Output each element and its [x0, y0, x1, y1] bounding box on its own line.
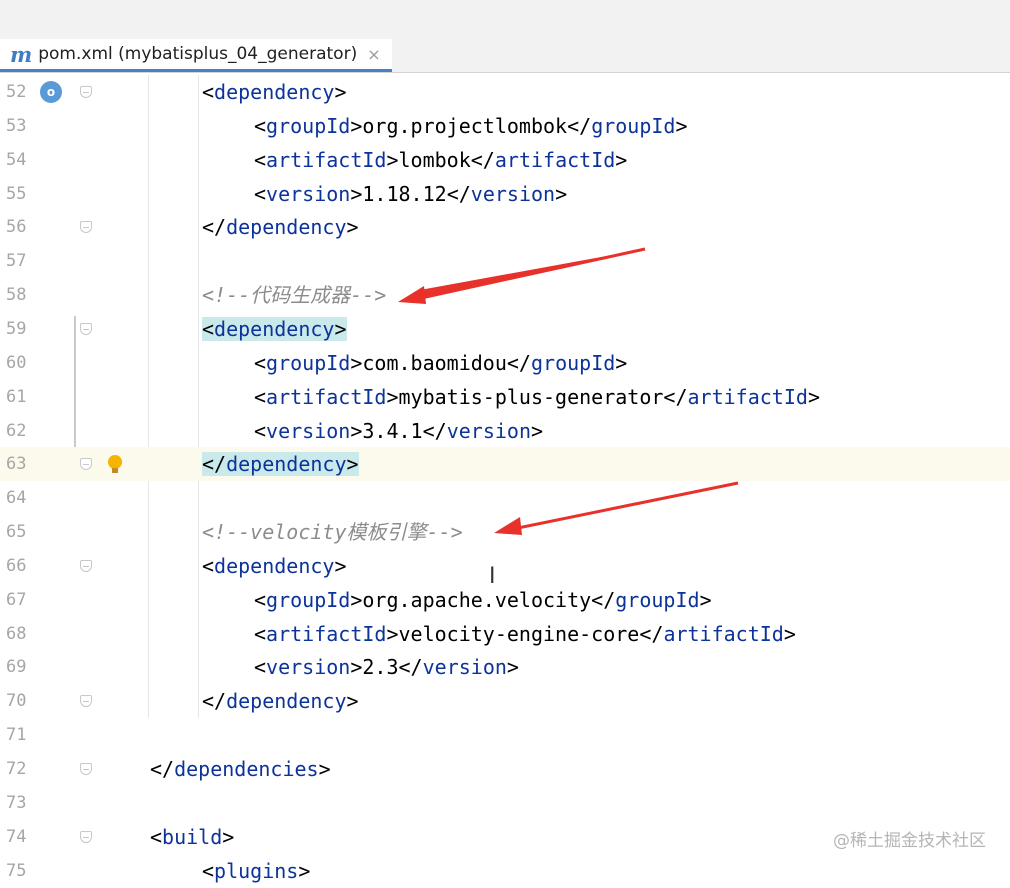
- arrow-comment-generator-head: [398, 286, 426, 304]
- annotation-arrows: [398, 247, 739, 535]
- arrow-comment-velocity-shaft: [507, 481, 739, 532]
- arrow-comment-velocity-head: [494, 517, 522, 535]
- text-cursor-icon: I: [489, 564, 496, 589]
- watermark: @稀土掘金技术社区: [833, 831, 986, 851]
- arrow-comment-generator-shaft: [411, 247, 646, 302]
